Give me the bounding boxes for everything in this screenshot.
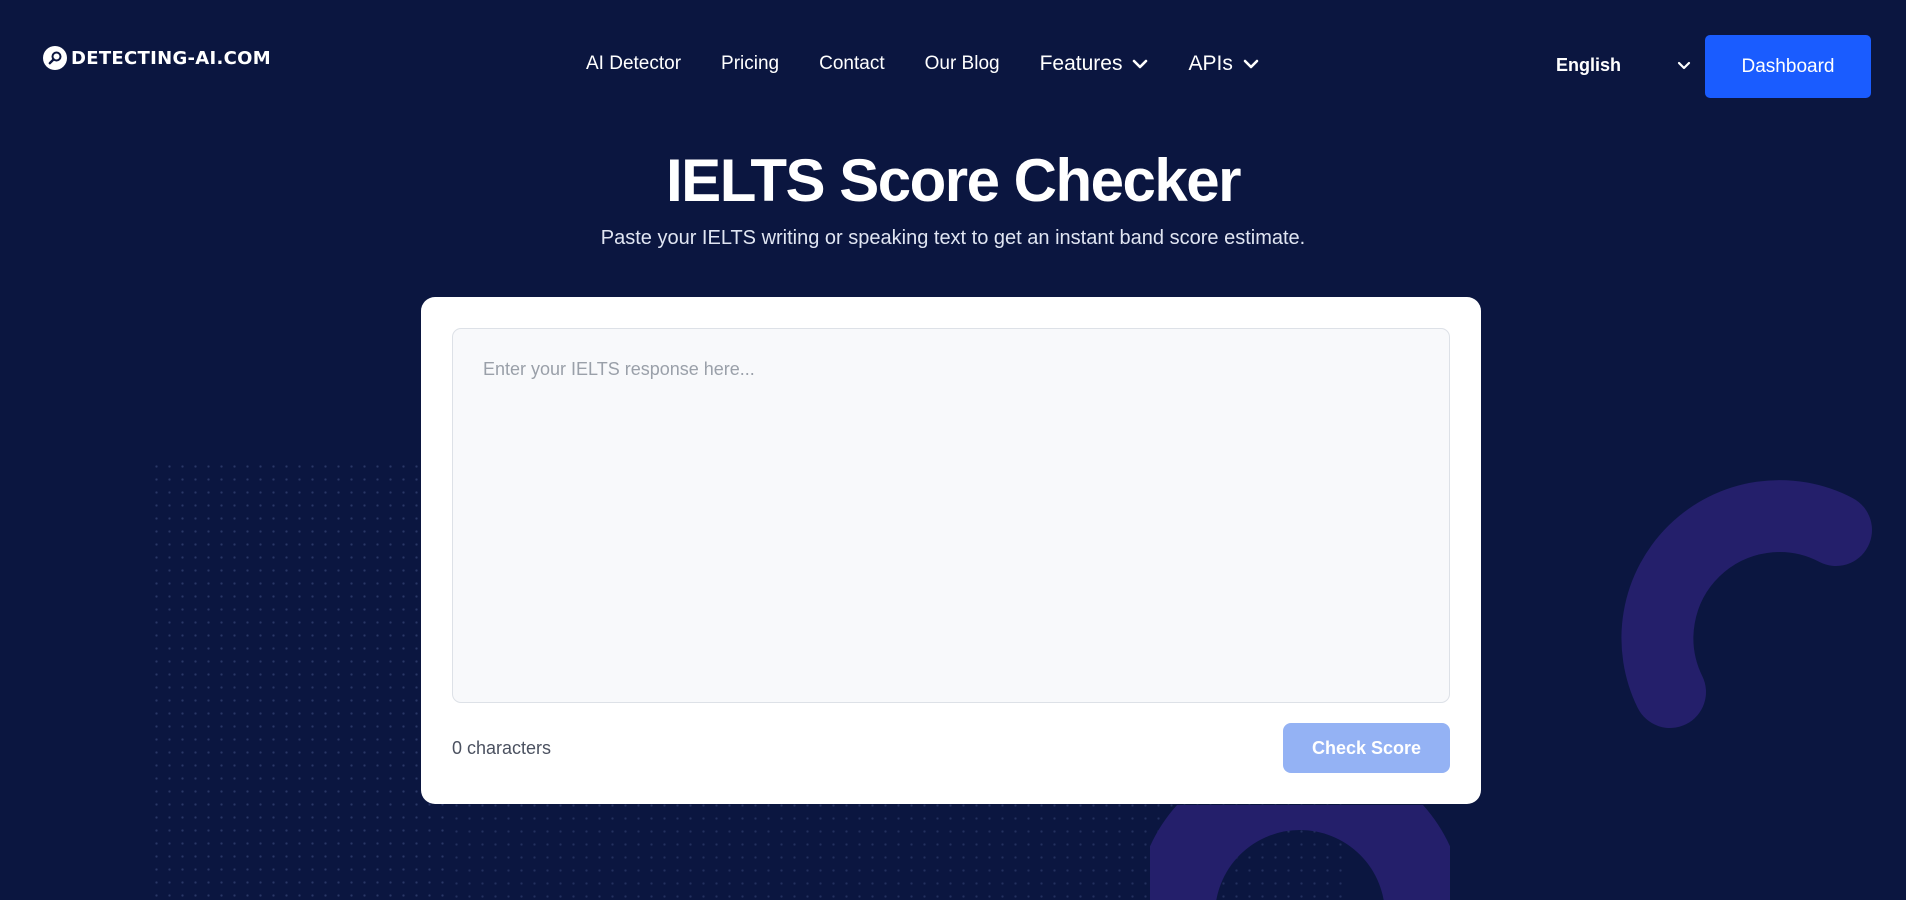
dashboard-button[interactable]: Dashboard xyxy=(1705,35,1871,98)
chevron-down-icon xyxy=(1677,61,1691,70)
page-subtitle: Paste your IELTS writing or speaking tex… xyxy=(600,227,1306,249)
checker-card: 0 characters Check Score xyxy=(421,297,1481,804)
nav-our-blog[interactable]: Our Blog xyxy=(925,53,1000,75)
nav-features[interactable]: Features xyxy=(1040,52,1149,76)
header: DETECTING-AI.COM AI Detector Pricing Con… xyxy=(0,0,1906,130)
dot-pattern-left xyxy=(150,460,450,900)
decorative-ring-right xyxy=(1621,480,1872,728)
logo[interactable]: DETECTING-AI.COM xyxy=(43,46,271,70)
nav-apis-label: APIs xyxy=(1188,52,1233,75)
nav-features-label: Features xyxy=(1039,52,1123,75)
chevron-down-icon xyxy=(1243,59,1259,69)
chevron-down-icon xyxy=(1133,59,1148,69)
nav-contact[interactable]: Contact xyxy=(819,53,884,75)
decorative-ring-bottom xyxy=(1150,805,1450,900)
check-score-button[interactable]: Check Score xyxy=(1283,723,1450,773)
language-label: English xyxy=(1556,55,1622,75)
nav-apis[interactable]: APIs xyxy=(1188,52,1259,76)
nav-pricing[interactable]: Pricing xyxy=(721,53,779,75)
logo-text: DETECTING-AI.COM xyxy=(71,47,271,69)
response-textarea[interactable] xyxy=(452,328,1450,703)
language-select[interactable]: English xyxy=(1556,55,1691,76)
main-nav: AI Detector Pricing Contact Our Blog Fea… xyxy=(586,52,1299,76)
character-count: 0 characters xyxy=(452,738,552,758)
page-title: IELTS Score Checker xyxy=(666,147,1241,214)
nav-ai-detector[interactable]: AI Detector xyxy=(586,53,681,75)
magnifier-icon xyxy=(43,46,67,70)
